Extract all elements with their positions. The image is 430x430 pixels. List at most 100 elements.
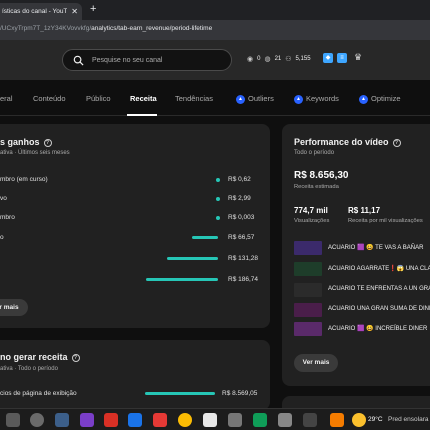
video-thumbnail[interactable] — [294, 322, 322, 336]
stat-1: 0 — [257, 56, 261, 62]
earnings-title: s ganhos? — [0, 137, 52, 147]
video-title[interactable]: ACUARIO 🟪 😀 TE VAS A BAÑAR — [328, 244, 423, 251]
weather-icon — [352, 413, 366, 427]
video-row[interactable]: ACUARIO 🟪 😀 INCREÍBLE DINER — [294, 322, 430, 336]
app-icon[interactable] — [153, 413, 167, 427]
tab-outliers[interactable]: ▲ Outliers — [236, 94, 274, 104]
howto-bar — [145, 392, 215, 395]
video-thumbnail[interactable] — [294, 303, 322, 317]
app-icon[interactable] — [278, 413, 292, 427]
howto-title-text: no gerar receita — [0, 352, 68, 362]
performance-revenue: R$ 8.656,30 — [294, 170, 349, 181]
earnings-subtitle: ativa · Últimos seis meses — [0, 150, 70, 156]
search-icon[interactable] — [6, 413, 20, 427]
search-placeholder: Pesquise no seu canal — [92, 56, 163, 64]
tab-content[interactable]: Conteúdo — [33, 94, 66, 103]
video-title[interactable]: ACUARIO 🟪 😀 INCREÍBLE DINER — [328, 325, 427, 332]
address-bar[interactable]: /UCxyTrpm7T_1zY34KVovvkfg/analytics/tab-… — [0, 20, 430, 40]
earnings-bar — [216, 197, 220, 201]
analytics-tabs: eral Conteúdo Público Receita Tendências… — [0, 80, 430, 116]
earnings-row-label: mbro — [0, 214, 15, 221]
people-icon: ⚇ — [285, 56, 292, 63]
earnings-row-label: vo — [0, 195, 7, 202]
video-row[interactable]: ACUARIO UNA GRAN SUMA DE DINE — [294, 303, 430, 317]
performance-see-more-button[interactable]: Ver mais — [294, 354, 338, 372]
url-path-prefix: /UCxyTrpm7T_1zY34KVovvkfg/ — [0, 25, 92, 32]
settings-icon[interactable] — [30, 413, 44, 427]
url-path-main: analytics/tab-earn_revenue/period-lifeti… — [91, 25, 213, 32]
trophy-icon[interactable]: ♛ — [354, 52, 362, 63]
vidiq-icon[interactable]: ◆ — [323, 53, 333, 63]
app-icon[interactable] — [228, 413, 242, 427]
app-icon[interactable] — [128, 413, 142, 427]
performance-title-text: Performance do vídeo — [294, 137, 389, 147]
app-icon[interactable] — [303, 413, 317, 427]
video-title[interactable]: ACUARIO AGARRATE❗😱 UNA CLA — [328, 265, 430, 272]
url-text[interactable]: /UCxyTrpm7T_1zY34KVovvkfg/analytics/tab-… — [0, 25, 212, 32]
earnings-row-value: R$ 66,57 — [228, 234, 255, 241]
performance-views: 774,7 mil — [294, 206, 328, 215]
earnings-see-more-button[interactable]: r mais — [0, 299, 28, 316]
app-icon[interactable] — [203, 413, 217, 427]
video-row[interactable]: ACUARIO AGARRATE❗😱 UNA CLA — [294, 262, 430, 276]
earnings-bar — [167, 257, 218, 260]
browser-tab-title: ísticas do canal - YouTube — [2, 8, 68, 15]
thumb-icon: ◍ — [264, 56, 271, 63]
weather-temp: 29°C — [368, 416, 383, 423]
weather-text: Pred ensolara — [388, 416, 429, 423]
earnings-row-label: o — [0, 234, 4, 241]
earnings-bar — [216, 178, 220, 182]
help-icon[interactable]: ? — [71, 353, 80, 362]
earnings-row-value: R$ 186,74 — [228, 276, 258, 283]
earnings-bar — [192, 236, 218, 239]
browser-tabbar: ísticas do canal - YouTube ✕ + — [0, 0, 430, 20]
earnings-row-value: R$ 0,003 — [228, 214, 255, 221]
stat-3: 5,155 — [295, 56, 311, 62]
howto-subtitle: ativa · Todo o período — [0, 366, 58, 372]
tab-keywords-label: Keywords — [306, 94, 339, 103]
tab-optimize-label: Optimize — [371, 94, 401, 103]
help-icon[interactable]: ? — [392, 138, 401, 147]
video-row[interactable]: ACUARIO TE ENFRENTAS A UN GRA — [294, 283, 430, 297]
chrome-icon[interactable] — [178, 413, 192, 427]
performance-title: Performance do vídeo? — [294, 137, 401, 147]
help-icon[interactable]: ? — [43, 138, 52, 147]
close-tab-icon[interactable]: ✕ — [67, 7, 82, 16]
app-icon[interactable] — [330, 413, 344, 427]
app-icon[interactable] — [80, 413, 94, 427]
howto-title: no gerar receita? — [0, 352, 80, 362]
tab-overview[interactable]: eral — [0, 94, 13, 103]
vidiq-stack-icon[interactable]: ≡ — [337, 53, 347, 63]
performance-subtitle: Todo o período — [294, 150, 335, 156]
performance-card — [282, 124, 430, 386]
tab-trends[interactable]: Tendências — [175, 94, 213, 103]
earnings-row-value: R$ 2,99 — [228, 195, 251, 202]
stat-2: 21 — [274, 56, 282, 62]
tab-audience[interactable]: Público — [86, 94, 111, 103]
windows-taskbar: 29°C Pred ensolara — [0, 408, 430, 430]
browser-tab[interactable]: ísticas do canal - YouTube ✕ — [0, 3, 82, 20]
tab-optimize[interactable]: ▲ Optimize — [359, 94, 401, 104]
video-title[interactable]: ACUARIO TE ENFRENTAS A UN GRA — [328, 286, 430, 292]
app-icon[interactable] — [104, 413, 118, 427]
search-icon — [73, 55, 84, 66]
tab-keywords[interactable]: ▲ Keywords — [294, 94, 339, 104]
vidiq-optimize-icon: ▲ — [359, 94, 368, 104]
video-row[interactable]: ACUARIO 🟪 😀 TE VAS A BAÑAR — [294, 241, 430, 255]
video-thumbnail[interactable] — [294, 241, 322, 255]
folder-icon[interactable] — [55, 413, 69, 427]
performance-views-label: Visualizações — [294, 218, 330, 224]
search-input[interactable]: Pesquise no seu canal — [62, 49, 232, 71]
howto-row-label: cios de página de exibição — [0, 390, 77, 397]
performance-rpm: R$ 11,17 — [348, 206, 381, 215]
eye-icon: ◉ — [247, 56, 254, 63]
video-title[interactable]: ACUARIO UNA GRAN SUMA DE DINE — [328, 306, 430, 312]
earnings-bar — [146, 278, 218, 281]
earnings-row-value: R$ 0,62 — [228, 176, 251, 183]
video-thumbnail[interactable] — [294, 262, 322, 276]
app-icon[interactable] — [253, 413, 267, 427]
earnings-bar — [216, 216, 220, 220]
tab-revenue[interactable]: Receita — [130, 94, 157, 103]
video-thumbnail[interactable] — [294, 283, 322, 297]
new-tab-button[interactable]: + — [90, 3, 96, 15]
